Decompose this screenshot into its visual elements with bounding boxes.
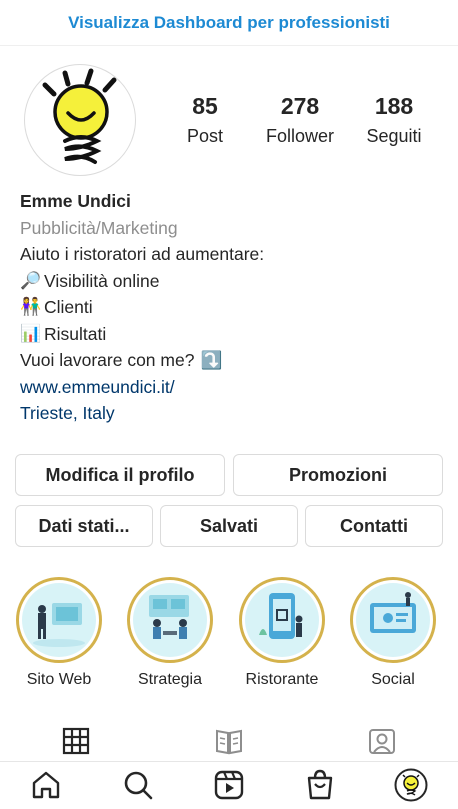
highlight-label: Ristorante (245, 671, 319, 688)
home-icon[interactable] (29, 768, 63, 802)
bio-intro: Aiuto i ristoratori ad aumentare: (20, 244, 265, 264)
professional-dashboard-link[interactable]: Visualizza Dashboard per professionisti (0, 0, 458, 46)
saved-button[interactable]: Salvati (160, 505, 298, 547)
profile-bio: Emme Undici Pubblicità/Marketing Aiuto i… (20, 188, 440, 427)
posts-value: 85 (192, 93, 218, 119)
bio-item: 🔎 Visibilità online (20, 268, 440, 295)
arrow-down-emoji-icon: ⤵️ (200, 350, 223, 370)
following-count[interactable]: 188 Seguiti (358, 92, 430, 150)
search-icon[interactable] (121, 768, 155, 802)
bio-cta-text: Vuoi lavorare con me? (20, 350, 195, 370)
followers-value: 278 (280, 93, 320, 119)
highlight-cover (356, 583, 430, 657)
lightbulb-logo-icon (42, 68, 117, 164)
highlight-cover (245, 583, 319, 657)
highlight-ring (239, 577, 325, 663)
bottom-navigation (0, 761, 458, 809)
reels-icon[interactable] (212, 768, 246, 802)
posts-label: Post (186, 126, 224, 146)
grid-icon[interactable] (61, 726, 91, 756)
highlight-ring (127, 577, 213, 663)
followers-count[interactable]: 278 Follower (256, 92, 344, 150)
highlight-cover (22, 583, 96, 657)
highlight-label: Social (371, 671, 415, 688)
highlight-label: Strategia (137, 671, 203, 688)
highlight-strategia[interactable]: Strategia (125, 577, 215, 689)
followers-label: Follower (265, 126, 335, 146)
highlight-ristorante[interactable]: Ristorante (237, 577, 327, 689)
bio-cta: Vuoi lavorare con me? ⤵️ (20, 347, 440, 374)
profile-category: Pubblicità/Marketing (20, 217, 178, 238)
insights-button[interactable]: Dati stati... (15, 505, 153, 547)
bio-item-text: Visibilità online (44, 270, 160, 291)
couple-emoji-icon: 👫 (20, 297, 42, 316)
posts-count[interactable]: 85 Post (174, 92, 236, 150)
highlight-ring (16, 577, 102, 663)
bar-chart-emoji-icon: 📊 (20, 323, 42, 343)
tagged-icon[interactable] (367, 726, 397, 756)
following-label: Seguiti (366, 126, 422, 146)
edit-profile-button[interactable]: Modifica il profilo (15, 454, 225, 496)
website-link[interactable]: www.emmeundici.it/ (20, 374, 440, 401)
highlight-social[interactable]: Social (348, 577, 438, 689)
bio-item: 📊 Risultati (20, 321, 440, 348)
contacts-button[interactable]: Contatti (305, 505, 443, 547)
promotions-button[interactable]: Promozioni (233, 454, 443, 496)
highlight-cover (133, 583, 207, 657)
guide-icon[interactable] (214, 726, 244, 756)
profile-avatar[interactable] (24, 64, 136, 176)
location-link[interactable]: Trieste, Italy (20, 400, 440, 427)
bio-item-text: Risultati (44, 323, 107, 344)
profile-avatar-nav[interactable] (394, 768, 428, 802)
highlight-sito-web[interactable]: Sito Web (14, 577, 104, 689)
following-value: 188 (374, 93, 414, 119)
highlight-ring (350, 577, 436, 663)
highlight-label: Sito Web (26, 671, 92, 688)
shop-icon[interactable] (303, 768, 337, 802)
bio-item-text: Clienti (44, 297, 93, 317)
profile-name: Emme Undici (20, 191, 131, 211)
bio-item: 👫 Clienti (20, 294, 440, 321)
magnifier-emoji-icon: 🔎 (20, 270, 42, 290)
